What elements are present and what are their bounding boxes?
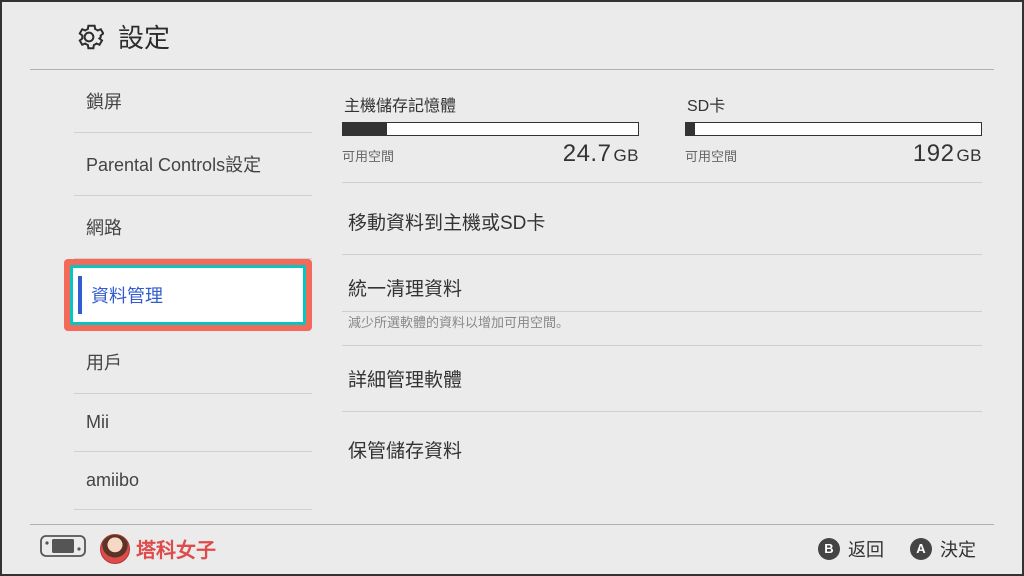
- back-label: 返回: [848, 536, 884, 562]
- sidebar-item-data-management[interactable]: 資料管理: [70, 265, 306, 325]
- avatar-icon: [100, 534, 130, 564]
- storage-sd: SD卡 可用空間 192GB: [685, 92, 982, 168]
- storage-sd-bar: [685, 122, 982, 136]
- option-detail-manage[interactable]: 詳細管理軟體: [342, 346, 982, 412]
- storage-row: 主機儲存記憶體 可用空間 24.7GB SD卡 可用空間 192GB: [342, 92, 982, 183]
- sidebar-highlight: 資料管理: [74, 259, 312, 331]
- option-archive[interactable]: 保管儲存資料: [342, 412, 982, 463]
- storage-system-free-label: 可用空間: [342, 146, 394, 165]
- select-label: 決定: [940, 536, 976, 562]
- main: 鎖屏 Parental Controls設定 網路 資料管理 用戶 Mii am…: [2, 70, 1022, 516]
- watermark: 塔科女子: [100, 534, 216, 564]
- sidebar-item-user[interactable]: 用戶: [74, 331, 312, 394]
- sidebar-item-lock[interactable]: 鎖屏: [74, 70, 312, 133]
- storage-sd-fill: [686, 123, 695, 135]
- footer: 塔科女子 B 返回 A 決定: [30, 524, 994, 572]
- storage-sd-free-value: 192GB: [913, 140, 982, 168]
- a-button-icon: A: [910, 538, 932, 560]
- sidebar-item-network[interactable]: 網路: [74, 196, 312, 259]
- option-cleanup-help: 減少所選軟體的資料以增加可用空間。: [342, 312, 982, 346]
- sidebar-item-amiibo[interactable]: amiibo: [74, 452, 312, 510]
- option-cleanup[interactable]: 統一清理資料: [342, 255, 982, 312]
- sidebar-item-mii[interactable]: Mii: [74, 394, 312, 452]
- storage-system-bar: [342, 122, 639, 136]
- header: 設定: [30, 2, 994, 70]
- console-icon: [40, 535, 86, 562]
- storage-system-free-value: 24.7GB: [563, 140, 639, 168]
- gear-icon: [74, 22, 104, 52]
- sidebar: 鎖屏 Parental Controls設定 網路 資料管理 用戶 Mii am…: [2, 70, 312, 516]
- watermark-text: 塔科女子: [136, 534, 216, 563]
- storage-system: 主機儲存記憶體 可用空間 24.7GB: [342, 92, 639, 168]
- sidebar-item-parental[interactable]: Parental Controls設定: [74, 133, 312, 196]
- back-button-hint[interactable]: B 返回: [818, 536, 884, 562]
- select-button-hint[interactable]: A 決定: [910, 536, 976, 562]
- storage-sd-free-label: 可用空間: [685, 146, 737, 165]
- storage-system-fill: [343, 123, 387, 135]
- option-move-data[interactable]: 移動資料到主機或SD卡: [342, 189, 982, 255]
- content: 主機儲存記憶體 可用空間 24.7GB SD卡 可用空間 192GB 移動資料到…: [312, 70, 1022, 516]
- storage-system-label: 主機儲存記憶體: [342, 92, 639, 116]
- page-title: 設定: [118, 18, 170, 55]
- b-button-icon: B: [818, 538, 840, 560]
- storage-sd-label: SD卡: [685, 92, 982, 116]
